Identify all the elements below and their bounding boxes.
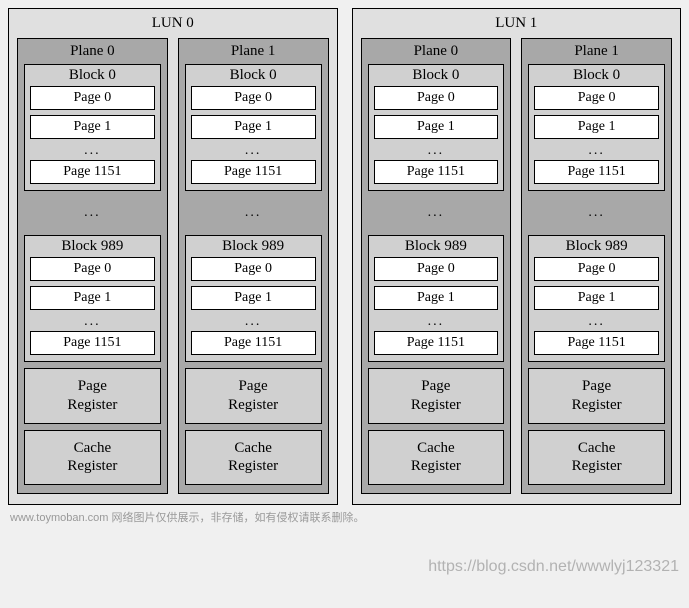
page-cell: Page 1 (374, 115, 499, 139)
page-cell: Page 0 (191, 86, 316, 110)
page-cell: Page 1 (191, 115, 316, 139)
block-989: Block 989 Page 0 Page 1 ... Page 1151 (185, 235, 322, 362)
page-cell: Page 1151 (534, 160, 659, 184)
page-cell: Page 1151 (374, 160, 499, 184)
page-cell: Page 0 (534, 86, 659, 110)
lun-0-plane-0: Plane 0 Block 0 Page 0 Page 1 ... Page 1… (17, 38, 168, 494)
page-cell: Page 1151 (30, 160, 155, 184)
page-cell: Page 1 (534, 115, 659, 139)
lun-1-title: LUN 1 (361, 13, 673, 38)
page-cell: Page 0 (191, 257, 316, 281)
lun-0-planes: Plane 0 Block 0 Page 0 Page 1 ... Page 1… (17, 38, 329, 494)
block-0: Block 0 Page 0 Page 1 ... Page 1151 (528, 64, 665, 191)
cache-register: CacheRegister (185, 430, 322, 486)
page-cell: Page 1 (191, 286, 316, 310)
lun-0-plane-1: Plane 1 Block 0 Page 0 Page 1 ... Page 1… (178, 38, 329, 494)
ellipsis: ... (528, 195, 665, 235)
lun-1-planes: Plane 0 Block 0 Page 0 Page 1 ... Page 1… (361, 38, 673, 494)
page-cell: Page 0 (30, 86, 155, 110)
block-0: Block 0 Page 0 Page 1 ... Page 1151 (185, 64, 322, 191)
ellipsis: ... (368, 195, 505, 235)
ellipsis: ... (534, 315, 659, 331)
lun-1-plane-1: Plane 1 Block 0 Page 0 Page 1 ... Page 1… (521, 38, 672, 494)
page-cell: Page 0 (374, 257, 499, 281)
page-cell: Page 1151 (191, 160, 316, 184)
page-register: PageRegister (528, 368, 665, 424)
plane-title: Plane 1 (185, 41, 322, 64)
block-989: Block 989 Page 0 Page 1 ... Page 1151 (528, 235, 665, 362)
block-title: Block 989 (30, 238, 155, 257)
block-0: Block 0 Page 0 Page 1 ... Page 1151 (24, 64, 161, 191)
plane-title: Plane 0 (368, 41, 505, 64)
lun-1: LUN 1 Plane 0 Block 0 Page 0 Page 1 ... … (352, 8, 682, 505)
page-cell: Page 1 (534, 286, 659, 310)
page-register: PageRegister (24, 368, 161, 424)
page-cell: Page 1151 (374, 331, 499, 355)
ellipsis: ... (374, 144, 499, 160)
cache-register: CacheRegister (24, 430, 161, 486)
page-cell: Page 1151 (30, 331, 155, 355)
ellipsis: ... (191, 144, 316, 160)
ellipsis: ... (30, 315, 155, 331)
ellipsis: ... (191, 315, 316, 331)
page-cell: Page 1 (30, 286, 155, 310)
block-989: Block 989 Page 0 Page 1 ... Page 1151 (24, 235, 161, 362)
ellipsis: ... (30, 144, 155, 160)
cache-register: CacheRegister (528, 430, 665, 486)
block-title: Block 0 (191, 67, 316, 86)
plane-title: Plane 0 (24, 41, 161, 64)
page-register: PageRegister (185, 368, 322, 424)
watermark-url: https://blog.csdn.net/wwwlyj123321 (428, 558, 679, 576)
block-title: Block 0 (374, 67, 499, 86)
lun-0-title: LUN 0 (17, 13, 329, 38)
page-cell: Page 1151 (534, 331, 659, 355)
nand-structure-diagram: LUN 0 Plane 0 Block 0 Page 0 Page 1 ... … (8, 8, 681, 505)
lun-1-plane-0: Plane 0 Block 0 Page 0 Page 1 ... Page 1… (361, 38, 512, 494)
ellipsis: ... (24, 195, 161, 235)
ellipsis: ... (185, 195, 322, 235)
block-989: Block 989 Page 0 Page 1 ... Page 1151 (368, 235, 505, 362)
lun-0: LUN 0 Plane 0 Block 0 Page 0 Page 1 ... … (8, 8, 338, 505)
page-cell: Page 1 (374, 286, 499, 310)
block-0: Block 0 Page 0 Page 1 ... Page 1151 (368, 64, 505, 191)
plane-title: Plane 1 (528, 41, 665, 64)
page-cell: Page 0 (374, 86, 499, 110)
block-title: Block 0 (534, 67, 659, 86)
block-title: Block 989 (191, 238, 316, 257)
page-cell: Page 1 (30, 115, 155, 139)
page-cell: Page 0 (30, 257, 155, 281)
ellipsis: ... (534, 144, 659, 160)
page-cell: Page 1151 (191, 331, 316, 355)
cache-register: CacheRegister (368, 430, 505, 486)
page-cell: Page 0 (534, 257, 659, 281)
block-title: Block 989 (534, 238, 659, 257)
watermark-footer: www.toymoban.com 网络图片仅供展示，非存储，如有侵权请联系删除。 (8, 505, 681, 525)
page-register: PageRegister (368, 368, 505, 424)
ellipsis: ... (374, 315, 499, 331)
block-title: Block 0 (30, 67, 155, 86)
block-title: Block 989 (374, 238, 499, 257)
